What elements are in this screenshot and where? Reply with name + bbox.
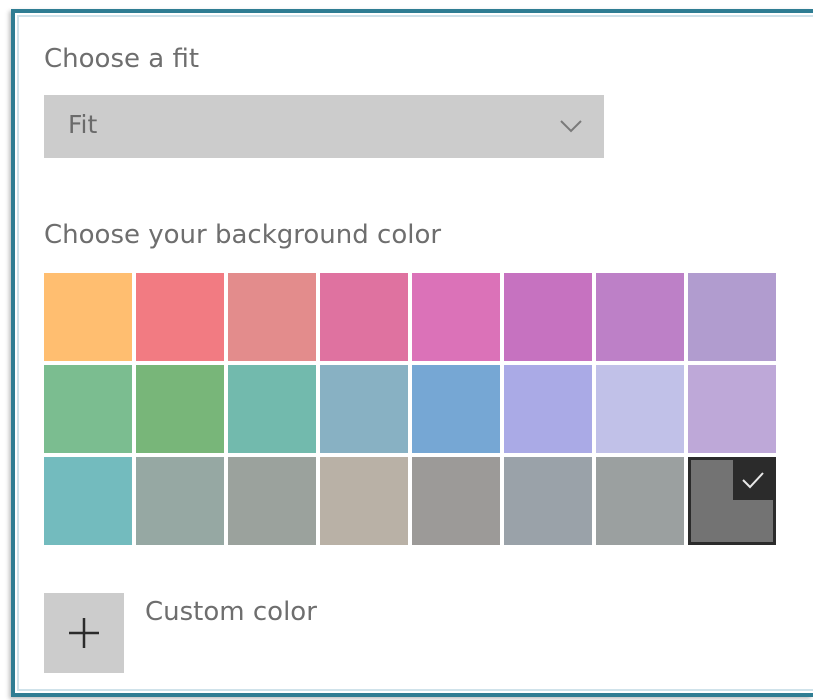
color-swatch[interactable] <box>688 457 776 545</box>
color-swatch[interactable] <box>136 365 224 453</box>
color-swatch[interactable] <box>596 457 684 545</box>
color-swatch[interactable] <box>228 273 316 361</box>
fit-label: Choose a fit <box>44 44 200 74</box>
color-swatch[interactable] <box>228 457 316 545</box>
color-swatch[interactable] <box>596 365 684 453</box>
color-swatch[interactable] <box>596 273 684 361</box>
background-color-label: Choose your background color <box>44 220 442 250</box>
color-swatch[interactable] <box>412 273 500 361</box>
settings-panel: Choose a fit Fit Choose your background … <box>0 0 813 700</box>
plus-icon <box>69 618 99 648</box>
color-swatch[interactable] <box>320 365 408 453</box>
color-swatch[interactable] <box>320 457 408 545</box>
color-swatch[interactable] <box>136 457 224 545</box>
color-swatch[interactable] <box>504 457 592 545</box>
color-swatch[interactable] <box>504 365 592 453</box>
check-icon <box>733 460 773 500</box>
color-swatch[interactable] <box>320 273 408 361</box>
chevron-down-icon <box>558 113 584 139</box>
custom-color-label: Custom color <box>145 597 317 627</box>
color-swatch[interactable] <box>44 365 132 453</box>
color-swatch[interactable] <box>44 457 132 545</box>
color-swatch[interactable] <box>688 365 776 453</box>
color-swatch[interactable] <box>228 365 316 453</box>
color-swatch[interactable] <box>44 273 132 361</box>
fit-dropdown[interactable]: Fit <box>44 95 604 158</box>
color-swatch[interactable] <box>504 273 592 361</box>
color-swatch[interactable] <box>136 273 224 361</box>
color-swatch[interactable] <box>688 273 776 361</box>
color-swatch[interactable] <box>412 457 500 545</box>
color-swatch-grid <box>44 273 776 549</box>
color-swatch[interactable] <box>412 365 500 453</box>
fit-dropdown-value: Fit <box>68 110 98 139</box>
custom-color-button[interactable] <box>44 593 124 673</box>
